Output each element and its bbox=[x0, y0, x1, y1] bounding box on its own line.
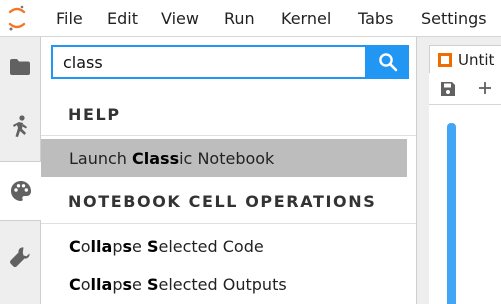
notebook-panel bbox=[429, 105, 501, 304]
search-bar bbox=[51, 45, 409, 79]
sidebar-tab-running[interactable] bbox=[0, 97, 40, 157]
command-item-launch-classic-notebook[interactable]: Launch Class ic Notebook bbox=[41, 139, 407, 177]
palette-icon bbox=[10, 181, 31, 201]
command-label-text: p bbox=[112, 274, 123, 294]
command-label-text: Launch bbox=[69, 148, 133, 168]
command-item-collapse-selected-code[interactable]: Co lla p s e Selected Code bbox=[41, 227, 407, 265]
running-icon bbox=[13, 115, 27, 137]
match-highlight: lla bbox=[90, 236, 113, 256]
add-icon[interactable] bbox=[478, 81, 492, 95]
tab-notebook[interactable]: Untit bbox=[429, 45, 501, 74]
sidebar-tab-commands[interactable] bbox=[0, 161, 41, 221]
search-button[interactable] bbox=[367, 45, 409, 79]
match-highlight: C bbox=[69, 274, 81, 294]
notebook-icon bbox=[438, 53, 452, 67]
wrench-icon bbox=[10, 247, 30, 267]
search-input[interactable] bbox=[51, 45, 367, 79]
command-label-text: o bbox=[80, 236, 91, 256]
command-label-text: p bbox=[112, 236, 123, 256]
match-highlight: S bbox=[146, 274, 159, 294]
match-highlight: lla bbox=[90, 274, 113, 294]
command-item-collapse-selected-outputs[interactable]: Co lla p s e Selected Outputs bbox=[41, 265, 407, 303]
menu-file[interactable]: File bbox=[56, 9, 83, 29]
command-label-text: o bbox=[80, 274, 91, 294]
main-area: Untit bbox=[417, 37, 501, 304]
command-label-text: elected Code bbox=[158, 236, 264, 256]
match-highlight: C bbox=[69, 236, 81, 256]
match-highlight: s bbox=[122, 274, 132, 294]
menu-bar: File Edit View Run Kernel Tabs Settings bbox=[0, 0, 501, 37]
sidebar-tab-file-browser[interactable] bbox=[0, 37, 40, 97]
command-label-text: e bbox=[132, 236, 147, 256]
match-highlight: S bbox=[146, 236, 159, 256]
jupyter-logo-icon[interactable] bbox=[8, 4, 26, 32]
active-cell-indicator[interactable] bbox=[447, 123, 456, 304]
command-label-text: e bbox=[132, 274, 147, 294]
menu-tabs[interactable]: Tabs bbox=[358, 9, 393, 29]
menu-run[interactable]: Run bbox=[224, 9, 255, 29]
search-icon bbox=[379, 53, 398, 72]
save-icon[interactable] bbox=[440, 81, 456, 97]
command-label-text: ic Notebook bbox=[179, 148, 275, 168]
category-header-notebook-cell-operations: NOTEBOOK CELL OPERATIONS bbox=[68, 192, 377, 211]
menu-settings[interactable]: Settings bbox=[421, 9, 487, 29]
sidebar-tab-property-inspector[interactable] bbox=[0, 227, 40, 287]
left-sidebar bbox=[0, 37, 41, 304]
category-divider bbox=[41, 223, 416, 224]
command-label-text: elected Outputs bbox=[158, 274, 287, 294]
notebook-toolbar bbox=[429, 73, 501, 105]
category-divider bbox=[41, 135, 416, 136]
folder-icon bbox=[10, 59, 30, 75]
menu-edit[interactable]: Edit bbox=[107, 9, 138, 29]
category-header-help: HELP bbox=[68, 105, 121, 124]
tab-label: Untit bbox=[458, 51, 495, 69]
match-highlight: Class bbox=[132, 148, 180, 168]
menu-view[interactable]: View bbox=[161, 9, 199, 29]
match-highlight: s bbox=[122, 236, 132, 256]
command-palette: HELP Launch Classic Notebook NOTEBOOK CE… bbox=[41, 37, 417, 304]
menu-kernel[interactable]: Kernel bbox=[281, 9, 331, 29]
